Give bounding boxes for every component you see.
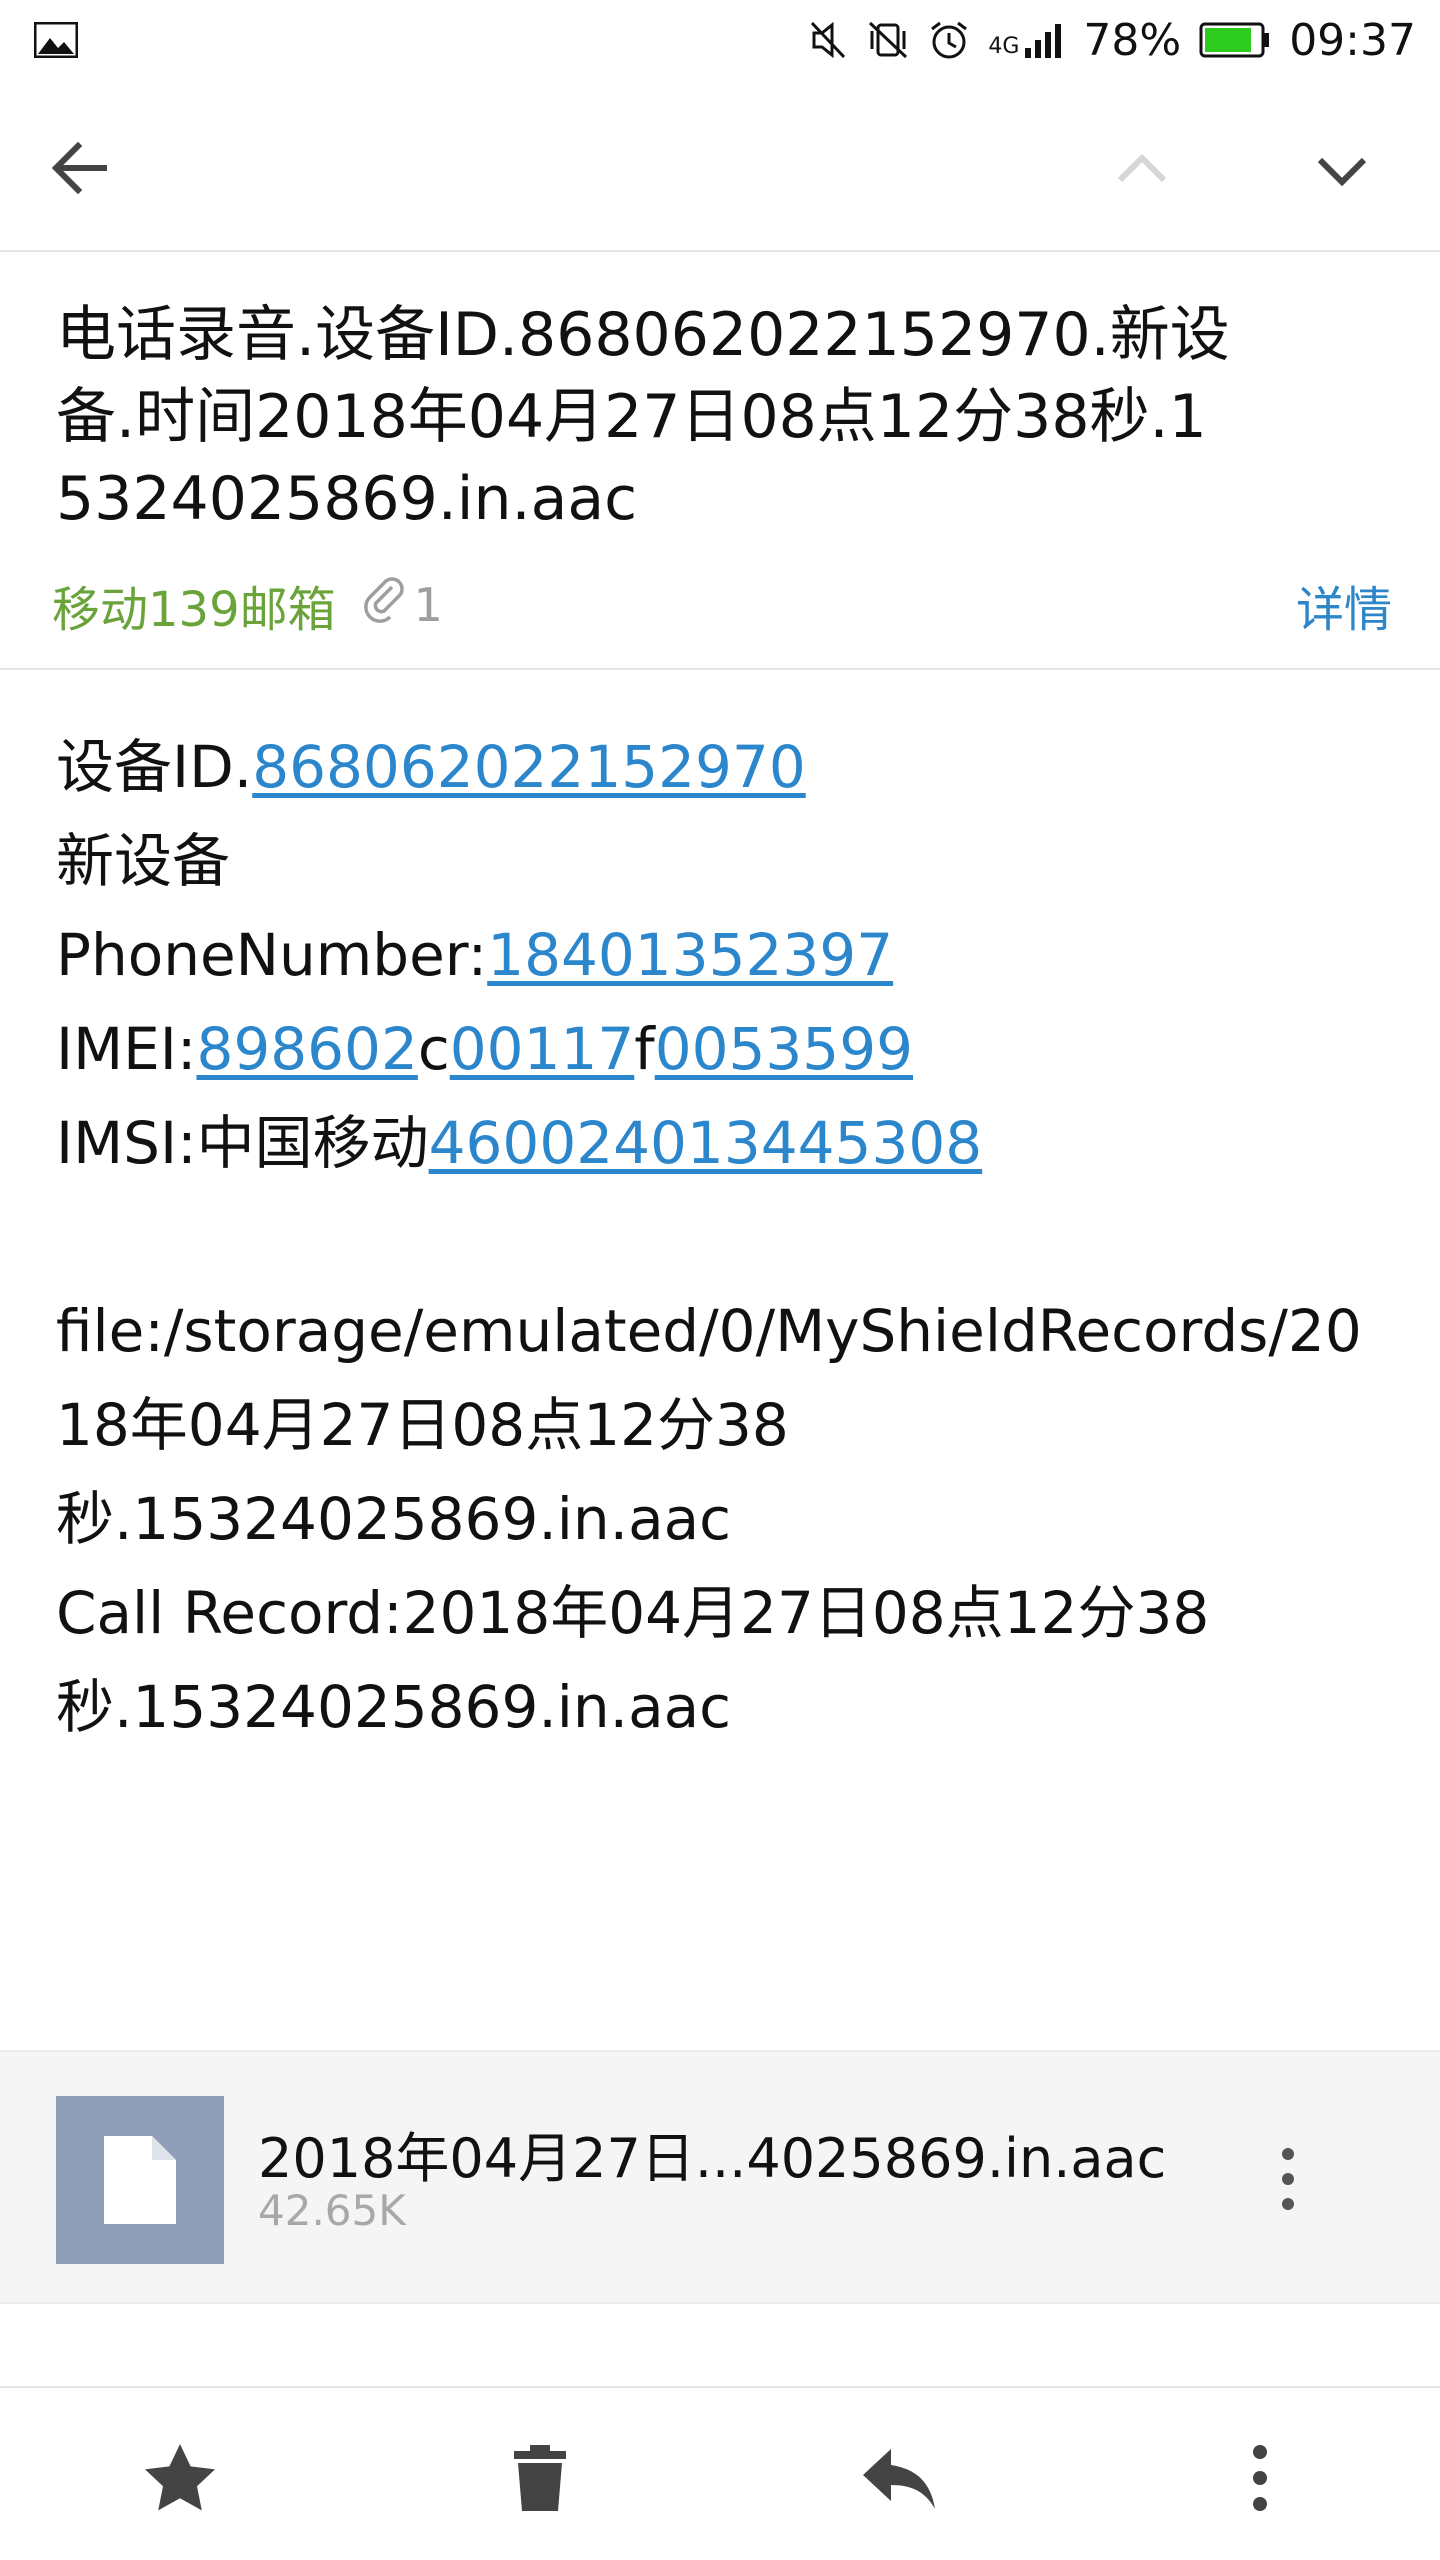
bottom-toolbar xyxy=(0,2386,1440,2560)
imei-link-3[interactable]: 0053599 xyxy=(655,1015,913,1083)
phone-link[interactable]: 18401352397 xyxy=(487,921,893,989)
imsi-link[interactable]: 460024013445308 xyxy=(429,1109,983,1177)
call-record-line-1: Call Record:2018年04月27日08点12分38 xyxy=(56,1579,1210,1647)
chevron-up-icon[interactable] xyxy=(1110,138,1174,202)
signal-icon: 4G xyxy=(988,22,1065,58)
reply-icon[interactable] xyxy=(860,2438,940,2518)
chevron-down-icon[interactable] xyxy=(1310,138,1374,202)
attachment-item[interactable]: 2018年04月27日...4025869.in.aac 42.65K xyxy=(0,2050,1440,2304)
attachment-size: 42.65K xyxy=(258,2186,406,2235)
status-bar: 4G 78% 09:37 xyxy=(0,0,1440,80)
file-path-line-3: 秒.15324025869.in.aac xyxy=(56,1485,732,1553)
alarm-icon xyxy=(928,19,970,61)
back-arrow-icon[interactable] xyxy=(44,132,116,204)
device-id-link[interactable]: 868062022152970 xyxy=(252,733,806,801)
paperclip-icon xyxy=(362,576,414,634)
attachment-count: 1 xyxy=(413,578,443,632)
top-navigation xyxy=(0,80,1440,252)
file-path-line-1: file:/storage/emulated/0/MyShieldRecords… xyxy=(56,1297,1362,1365)
star-icon[interactable] xyxy=(140,2438,220,2518)
attachment-name: 2018年04月27日...4025869.in.aac xyxy=(258,2127,1167,2190)
email-meta-row: 移动139邮箱 1 详情 xyxy=(52,570,1392,640)
imei-link-2[interactable]: 00117 xyxy=(450,1015,635,1083)
clock: 09:37 xyxy=(1289,14,1416,66)
imei-link-1[interactable]: 898602 xyxy=(196,1015,417,1083)
image-icon xyxy=(34,22,78,58)
battery-percent: 78% xyxy=(1083,14,1182,66)
sender-name[interactable]: 移动139邮箱 xyxy=(52,570,336,640)
battery-icon xyxy=(1199,22,1271,58)
phone-line: PhoneNumber:18401352397 xyxy=(56,921,894,989)
call-record-line-2: 秒.15324025869.in.aac xyxy=(56,1673,732,1741)
new-device-line: 新设备 xyxy=(56,827,231,895)
email-body: 设备ID.868062022152970 新设备 PhoneNumber:184… xyxy=(56,720,1386,1754)
vibrate-off-icon xyxy=(866,19,910,61)
imsi-line: IMSI:中国移动460024013445308 xyxy=(56,1109,983,1177)
attachment-more-icon[interactable] xyxy=(1268,2144,1308,2214)
imei-line: IMEI:898602c00117f0053599 xyxy=(56,1015,914,1083)
device-id-line: 设备ID.868062022152970 xyxy=(56,733,806,801)
trash-icon[interactable] xyxy=(500,2438,580,2518)
attachment-indicator: 1 xyxy=(362,576,443,634)
email-subject: 电话录音.设备ID.868062022152970.新设备.时间2018年04月… xyxy=(56,300,1230,534)
mute-icon xyxy=(808,19,848,61)
details-link[interactable]: 详情 xyxy=(1296,570,1392,640)
file-icon xyxy=(56,2096,224,2264)
more-vertical-icon[interactable] xyxy=(1220,2438,1300,2518)
email-header: 电话录音.设备ID.868062022152970.新设备.时间2018年04月… xyxy=(0,252,1440,670)
email-detail-screen: 4G 78% 09:37 电话录音.设备ID.868062022152970.新… xyxy=(0,0,1440,2560)
file-path-line-2: 18年04月27日08点12分38 xyxy=(56,1391,789,1459)
